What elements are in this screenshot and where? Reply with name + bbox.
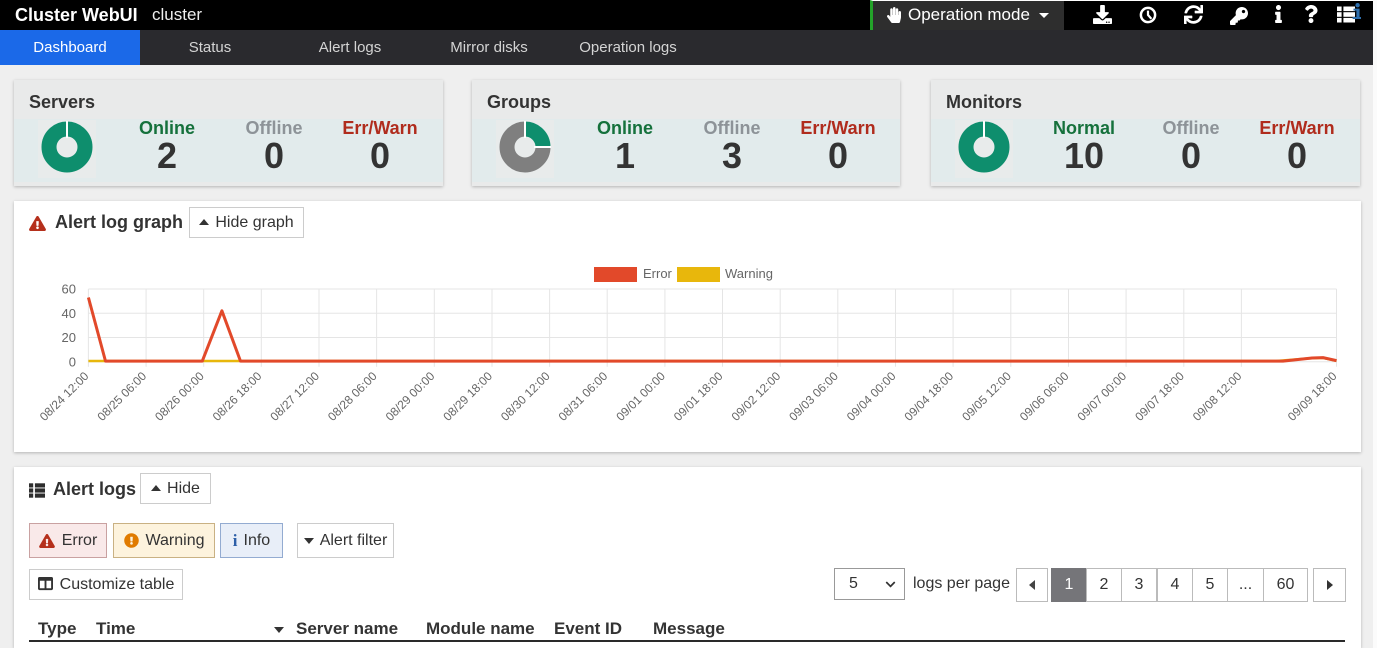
svg-text:09/03 06:00: 09/03 06:00 — [786, 369, 841, 424]
svg-text:09/08 12:00: 09/08 12:00 — [1190, 369, 1245, 424]
svg-text:09/04 18:00: 09/04 18:00 — [901, 369, 956, 424]
svg-text:08/28 06:00: 08/28 06:00 — [325, 369, 380, 424]
svg-text:09/05 12:00: 09/05 12:00 — [959, 369, 1014, 424]
svg-text:09/04 00:00: 09/04 00:00 — [844, 369, 899, 424]
svg-text:0: 0 — [69, 354, 76, 369]
svg-text:09/06 06:00: 09/06 06:00 — [1017, 369, 1072, 424]
svg-text:09/01 18:00: 09/01 18:00 — [671, 369, 726, 424]
svg-text:60: 60 — [62, 282, 76, 297]
svg-text:08/25 06:00: 08/25 06:00 — [94, 369, 149, 424]
svg-text:09/07 18:00: 09/07 18:00 — [1132, 369, 1187, 424]
svg-text:08/29 18:00: 08/29 18:00 — [440, 369, 495, 424]
svg-text:08/26 00:00: 08/26 00:00 — [152, 369, 207, 424]
svg-text:08/29 00:00: 08/29 00:00 — [383, 369, 438, 424]
svg-text:09/01 00:00: 09/01 00:00 — [613, 369, 668, 424]
svg-text:08/27 12:00: 08/27 12:00 — [267, 369, 322, 424]
svg-text:08/31 06:00: 08/31 06:00 — [556, 369, 611, 424]
svg-text:08/24 12:00: 08/24 12:00 — [37, 369, 92, 424]
svg-text:09/02 12:00: 09/02 12:00 — [729, 369, 784, 424]
svg-text:08/26 18:00: 08/26 18:00 — [210, 369, 265, 424]
svg-text:09/09 18:00: 09/09 18:00 — [1285, 369, 1340, 424]
svg-text:40: 40 — [62, 306, 76, 321]
svg-text:08/30 12:00: 08/30 12:00 — [498, 369, 553, 424]
svg-text:20: 20 — [62, 330, 76, 345]
svg-text:09/07 00:00: 09/07 00:00 — [1074, 369, 1129, 424]
